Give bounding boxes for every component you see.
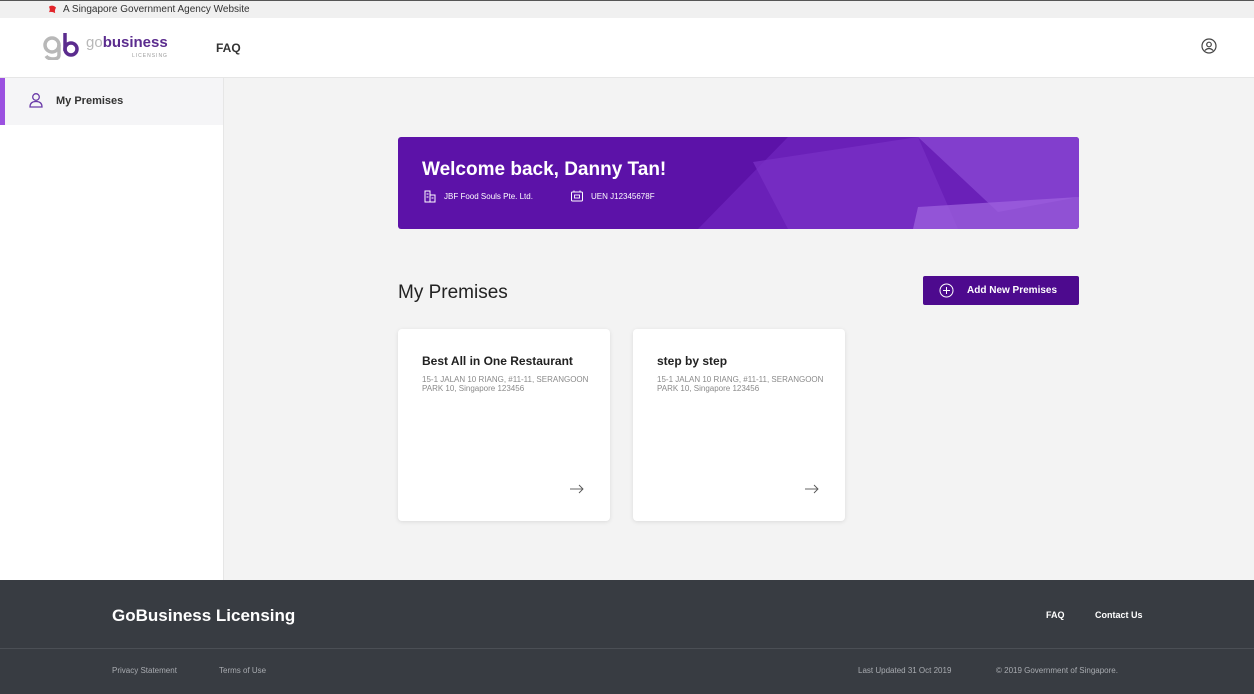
brand-name: gobusiness xyxy=(86,34,168,51)
user-profile-icon[interactable] xyxy=(1201,38,1217,54)
sidebar: My Premises xyxy=(0,78,224,580)
arrow-right-icon xyxy=(805,484,819,494)
banner-decoration xyxy=(698,137,1079,229)
brand-business: business xyxy=(102,34,168,51)
user-icon xyxy=(29,93,43,108)
welcome-title: Welcome back, Danny Tan! xyxy=(422,159,667,180)
plus-circle-icon xyxy=(939,283,954,298)
id-card-icon xyxy=(571,190,583,202)
gb-logo-mark-icon xyxy=(43,33,79,60)
terms-of-use-link[interactable]: Terms of Use xyxy=(219,666,266,675)
uen-number: UEN J12345678F xyxy=(591,192,655,201)
sidebar-item-label: My Premises xyxy=(56,95,124,107)
footer: GoBusiness Licensing FAQ Contact Us Priv… xyxy=(0,580,1254,694)
company-name: JBF Food Souls Pte. Ltd. xyxy=(444,192,533,201)
section-title: My Premises xyxy=(398,282,508,303)
add-new-premises-label: Add New Premises xyxy=(967,285,1058,296)
brand-go: go xyxy=(86,34,103,51)
premises-name: step by step xyxy=(657,354,728,368)
nav-faq-link[interactable]: FAQ xyxy=(216,41,241,55)
arrow-right-icon xyxy=(570,484,584,494)
government-agency-text: A Singapore Government Agency Website xyxy=(63,4,250,15)
add-new-premises-button[interactable]: Add New Premises xyxy=(923,276,1079,305)
brand-subtitle: LICENSING xyxy=(132,53,168,59)
top-navigation: gobusiness LICENSING FAQ xyxy=(0,18,1254,78)
welcome-banner: Welcome back, Danny Tan! JBF Food Souls … xyxy=(398,137,1079,229)
premises-card-step-by-step[interactable]: step by step 15-1 JALAN 10 RIANG, #11-11… xyxy=(633,329,845,521)
premises-address: 15-1 JALAN 10 RIANG, #11-11, SERANGOON P… xyxy=(657,375,824,393)
footer-faq-link[interactable]: FAQ xyxy=(1046,610,1065,620)
premises-card-best-all-in-one[interactable]: Best All in One Restaurant 15-1 JALAN 10… xyxy=(398,329,610,521)
footer-divider xyxy=(0,648,1254,649)
lion-head-icon xyxy=(48,5,57,14)
privacy-statement-link[interactable]: Privacy Statement xyxy=(112,666,177,675)
footer-site-name: GoBusiness Licensing xyxy=(112,606,296,625)
government-agency-bar: A Singapore Government Agency Website xyxy=(0,0,1254,18)
premises-name: Best All in One Restaurant xyxy=(422,354,573,368)
footer-contact-us-link[interactable]: Contact Us xyxy=(1095,610,1143,620)
last-updated-text: Last Updated 31 Oct 2019 xyxy=(858,666,952,675)
premises-address: 15-1 JALAN 10 RIANG, #11-11, SERANGOON P… xyxy=(422,375,589,393)
copyright-text: © 2019 Government of Singapore. xyxy=(996,666,1118,675)
sidebar-item-my-premises[interactable]: My Premises xyxy=(0,78,223,125)
building-icon xyxy=(424,190,436,203)
